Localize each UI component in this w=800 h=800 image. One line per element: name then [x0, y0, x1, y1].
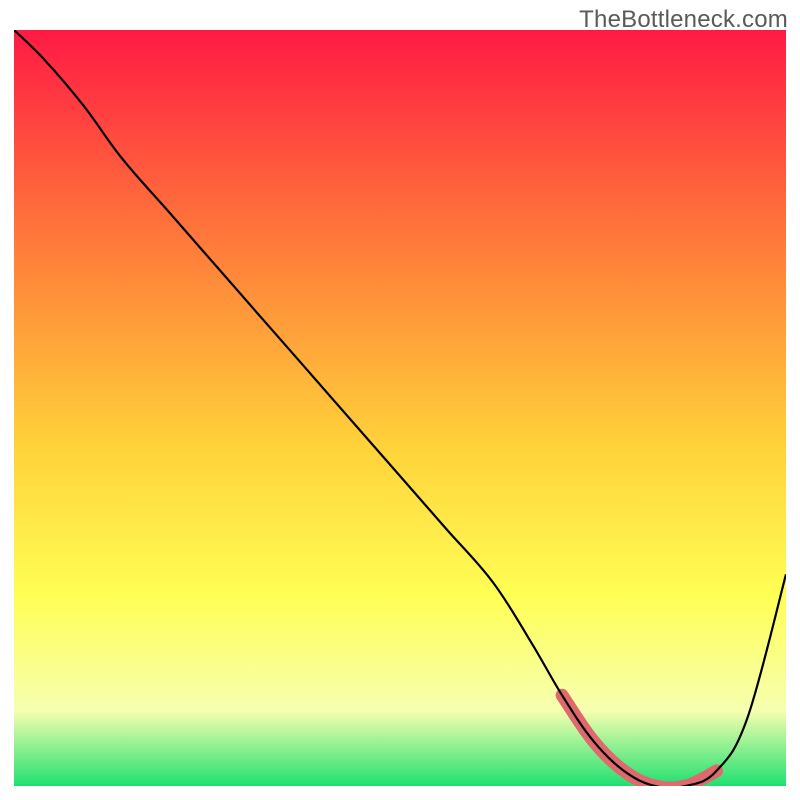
chart-stage: TheBottleneck.com: [0, 0, 800, 800]
watermark-text: TheBottleneck.com: [579, 6, 788, 34]
gradient-background: [14, 30, 786, 786]
chart-svg: [14, 30, 786, 786]
bottleneck-plot: [14, 30, 786, 786]
